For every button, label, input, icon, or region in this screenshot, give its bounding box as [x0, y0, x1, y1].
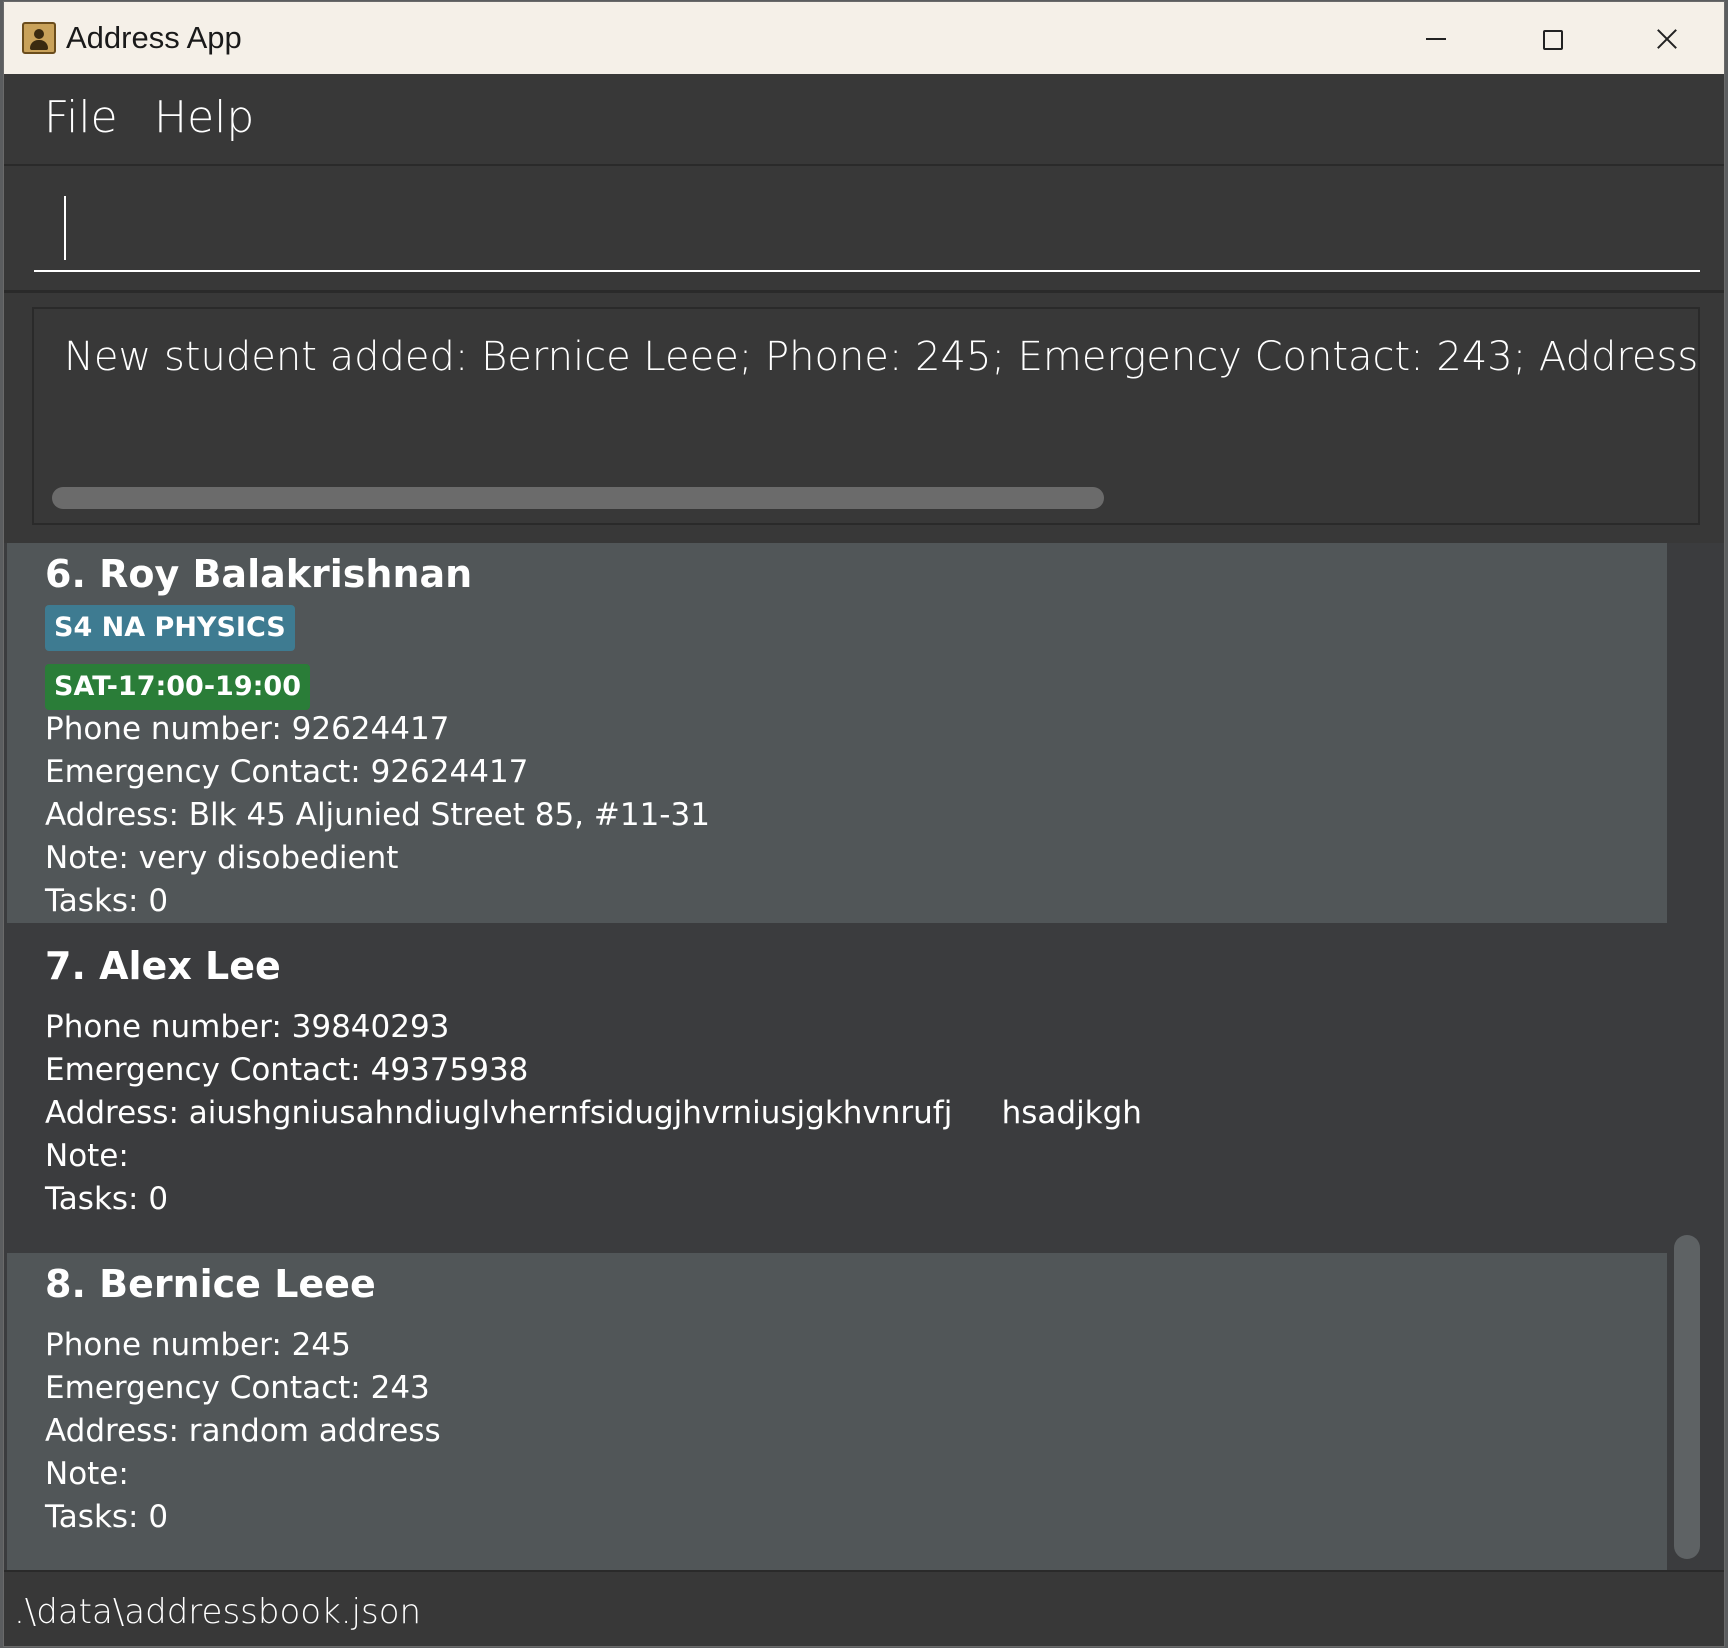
title-bar[interactable]: Address App: [4, 2, 1724, 74]
emergency-contact: Emergency Contact: 49375938: [45, 1052, 529, 1088]
address: Address: random address: [45, 1413, 441, 1449]
minimize-icon[interactable]: [1404, 14, 1464, 62]
tasks-count: Tasks: 0: [45, 883, 169, 919]
student-card[interactable]: 7. Alex Lee Phone number: 39840293 Emerg…: [7, 937, 1667, 1253]
close-icon[interactable]: [1638, 14, 1698, 62]
horizontal-scrollbar[interactable]: [52, 487, 1104, 509]
address: Address: aiushgniusahndiuglvhernfsidugjh…: [45, 1095, 1142, 1131]
menu-bar: File Help: [4, 74, 1724, 166]
address-book-icon: [22, 22, 56, 54]
student-name: 6. Roy Balakrishnan: [45, 552, 473, 596]
command-input[interactable]: [34, 192, 1700, 272]
note: Note: very disobedient: [45, 840, 399, 876]
window-title: Address App: [66, 20, 242, 55]
menu-help[interactable]: Help: [154, 90, 254, 146]
result-display-panel: New student added: Bernice Leee; Phone: …: [4, 293, 1724, 543]
emergency-contact: Emergency Contact: 243: [45, 1370, 430, 1406]
phone-number: Phone number: 92624417: [45, 711, 450, 747]
student-name: 8. Bernice Leee: [45, 1262, 376, 1306]
student-card[interactable]: 8. Bernice Leee Phone number: 245 Emerge…: [7, 1253, 1667, 1570]
tasks-count: Tasks: 0: [45, 1499, 169, 1535]
note: Note:: [45, 1138, 129, 1174]
command-box: [4, 166, 1724, 293]
time-tag: SAT-17:00-19:00: [45, 664, 310, 710]
address: Address: Blk 45 Aljunied Street 85, #11-…: [45, 797, 710, 833]
data-file-path: .\data\addressbook.json: [14, 1592, 422, 1632]
menu-file[interactable]: File: [44, 90, 118, 146]
note: Note:: [45, 1456, 129, 1492]
student-card[interactable]: 6. Roy Balakrishnan S4 NA PHYSICS SAT-17…: [7, 543, 1667, 923]
student-list[interactable]: 6. Roy Balakrishnan S4 NA PHYSICS SAT-17…: [4, 543, 1724, 1570]
result-message: New student added: Bernice Leee; Phone: …: [64, 334, 1700, 380]
app-window: Address App File Help New student added:…: [4, 2, 1724, 1646]
vertical-scrollbar-thumb[interactable]: [1674, 1235, 1700, 1559]
text-caret: [64, 196, 66, 260]
phone-number: Phone number: 245: [45, 1327, 351, 1363]
emergency-contact: Emergency Contact: 92624417: [45, 754, 529, 790]
student-name: 7. Alex Lee: [45, 944, 281, 988]
tasks-count: Tasks: 0: [45, 1181, 169, 1217]
phone-number: Phone number: 39840293: [45, 1009, 450, 1045]
subject-tag: S4 NA PHYSICS: [45, 605, 295, 651]
result-display[interactable]: New student added: Bernice Leee; Phone: …: [32, 307, 1700, 525]
status-bar: .\data\addressbook.json: [4, 1570, 1724, 1646]
maximize-icon[interactable]: [1522, 14, 1582, 62]
